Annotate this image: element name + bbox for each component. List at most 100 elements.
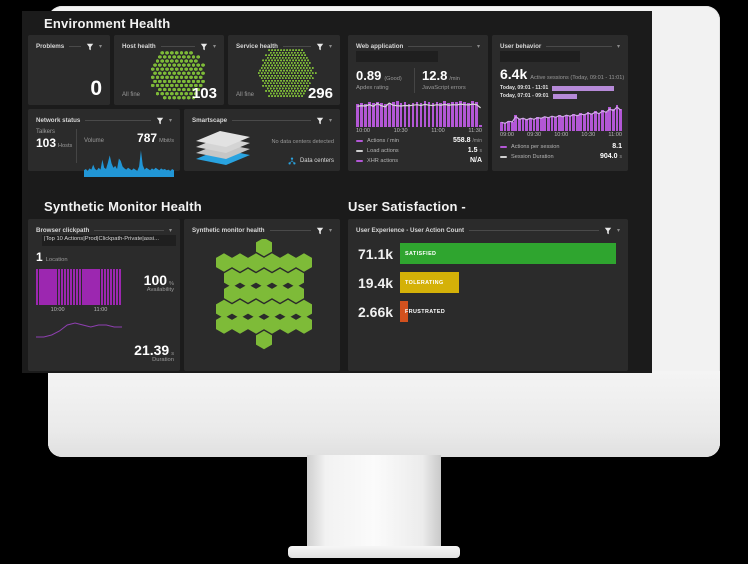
tile-synthetic-monitor-health[interactable]: Synthetic monitor health ▾: [184, 219, 340, 371]
chevron-down-icon[interactable]: ▾: [329, 228, 332, 234]
tile-network-status[interactable]: Network status ▾ Talkers 103 Hosts Volum…: [28, 109, 180, 177]
hex-cell[interactable]: [216, 253, 232, 272]
hex-cell: [287, 51, 290, 54]
tile-service-health[interactable]: Service health ▾ All fine 296: [228, 35, 340, 105]
hex-cell: [289, 54, 292, 57]
filter-icon[interactable]: [604, 227, 612, 235]
filter-icon[interactable]: [86, 43, 94, 51]
hex-cell[interactable]: [256, 284, 272, 303]
hex-cell[interactable]: [280, 315, 296, 334]
hex-cell[interactable]: [272, 284, 288, 303]
chevron-down-icon[interactable]: ▾: [99, 44, 102, 50]
hex-cell: [172, 71, 177, 76]
divider-vertical: [414, 68, 415, 93]
filter-icon[interactable]: [200, 43, 208, 51]
hex-cell: [189, 67, 193, 72]
tile-browser-clickpath[interactable]: Browser clickpath ▾ |Top 10 Actions|Prod…: [28, 219, 180, 371]
chevron-down-icon[interactable]: ▾: [617, 44, 620, 50]
chevron-down-icon[interactable]: ▾: [169, 118, 172, 124]
hex-cell: [272, 71, 275, 75]
hex-cell[interactable]: [264, 315, 280, 334]
hex-cell: [305, 71, 308, 75]
hex-cell: [186, 95, 191, 100]
tile-web-application[interactable]: Web application ▾ 0.89 (Good) Apdex rati…: [348, 35, 488, 171]
sessions-value: 6.4k: [500, 66, 528, 82]
hex-cell: [271, 54, 274, 57]
legend-label: Session Duration: [511, 153, 554, 160]
user-behavior-chart: [500, 105, 622, 131]
hex-cell: [158, 55, 162, 59]
hex-cell[interactable]: [280, 253, 296, 272]
satisfaction-bar[interactable]: FRUSTRATED: [400, 301, 445, 322]
hex-cell: [177, 71, 181, 76]
hex-cell: [263, 71, 266, 75]
hex-cell[interactable]: [240, 284, 256, 303]
hex-cell: [153, 79, 157, 84]
satisfaction-bar[interactable]: TOLERATING: [400, 272, 459, 293]
hex-cell: [162, 71, 167, 76]
hex-cell: [269, 71, 272, 75]
legend-label: XHR actions: [367, 157, 399, 164]
hex-cell: [277, 84, 280, 87]
hex-cell: [290, 71, 293, 75]
overlay-line: [356, 101, 482, 127]
hex-cell: [189, 51, 193, 55]
satisfaction-bar[interactable]: SATISFIED: [400, 243, 616, 264]
hex-cell: [281, 92, 284, 95]
tile-title: Network status: [36, 117, 81, 124]
satisfaction-value: 19.4k: [358, 274, 394, 291]
chevron-down-icon[interactable]: ▾: [329, 44, 332, 50]
hex-cell[interactable]: [248, 315, 264, 334]
hex-cell[interactable]: [264, 253, 280, 272]
hex-cell: [269, 92, 272, 95]
satisfaction-label: FRUSTRATED: [405, 308, 446, 315]
talkers-unit: Hosts: [58, 143, 73, 149]
divider: [408, 46, 472, 47]
hex-cell: [305, 66, 308, 70]
hex-cell: [293, 82, 296, 85]
hex-cell: [165, 83, 169, 88]
hex-cell: [271, 84, 274, 87]
filter-icon[interactable]: [156, 117, 164, 125]
hex-cell: [286, 49, 289, 52]
tile-smartscape[interactable]: Smartscape ▾ No data centers detected Da…: [184, 109, 340, 171]
tile-user-experience[interactable]: User Experience - User Action Count ▾ 71…: [348, 219, 628, 371]
axis-tick: 10:00: [50, 307, 65, 313]
hex-cell[interactable]: [224, 284, 240, 303]
chevron-down-icon[interactable]: ▾: [169, 228, 172, 234]
hex-cell[interactable]: [296, 315, 312, 334]
filter-icon[interactable]: [316, 117, 324, 125]
hex-cell[interactable]: [248, 253, 264, 272]
hex-cell: [274, 59, 277, 62]
hex-cell[interactable]: [256, 330, 272, 350]
hex-cell: [160, 59, 165, 63]
tile-problems[interactable]: Problems ▾ 0: [28, 35, 110, 105]
hex-cell: [165, 75, 169, 80]
hex-cell: [295, 69, 298, 72]
hex-cell[interactable]: [288, 284, 304, 303]
hex-cell[interactable]: [296, 253, 312, 272]
tile-user-behavior[interactable]: User behavior ▾ 6.4k Active sessions (To…: [492, 35, 628, 171]
chevron-down-icon[interactable]: ▾: [329, 118, 332, 124]
hex-cell: [293, 66, 296, 70]
tile-header: Smartscape ▾: [192, 115, 332, 126]
filter-icon[interactable]: [316, 227, 324, 235]
tile-title: Web application: [356, 43, 404, 50]
chevron-down-icon[interactable]: ▾: [213, 44, 216, 50]
hex-cell[interactable]: [216, 315, 232, 334]
hex-cell: [283, 69, 286, 72]
filter-icon[interactable]: [316, 43, 324, 51]
hex-cell: [271, 94, 274, 98]
tile-host-health[interactable]: Host health ▾ All fine 103: [114, 35, 224, 105]
chevron-down-icon[interactable]: ▾: [477, 44, 480, 50]
hex-cell: [265, 64, 268, 67]
chevron-down-icon[interactable]: ▾: [617, 228, 620, 234]
hex-cell: [269, 66, 272, 70]
hex-cell[interactable]: [256, 239, 272, 257]
divider: [469, 230, 599, 231]
hex-cell[interactable]: [232, 253, 248, 272]
hex-cell[interactable]: [232, 315, 248, 334]
hex-cell: [268, 84, 271, 87]
hex-cell: [150, 83, 155, 88]
data-centers-link[interactable]: Data centers: [288, 157, 334, 165]
